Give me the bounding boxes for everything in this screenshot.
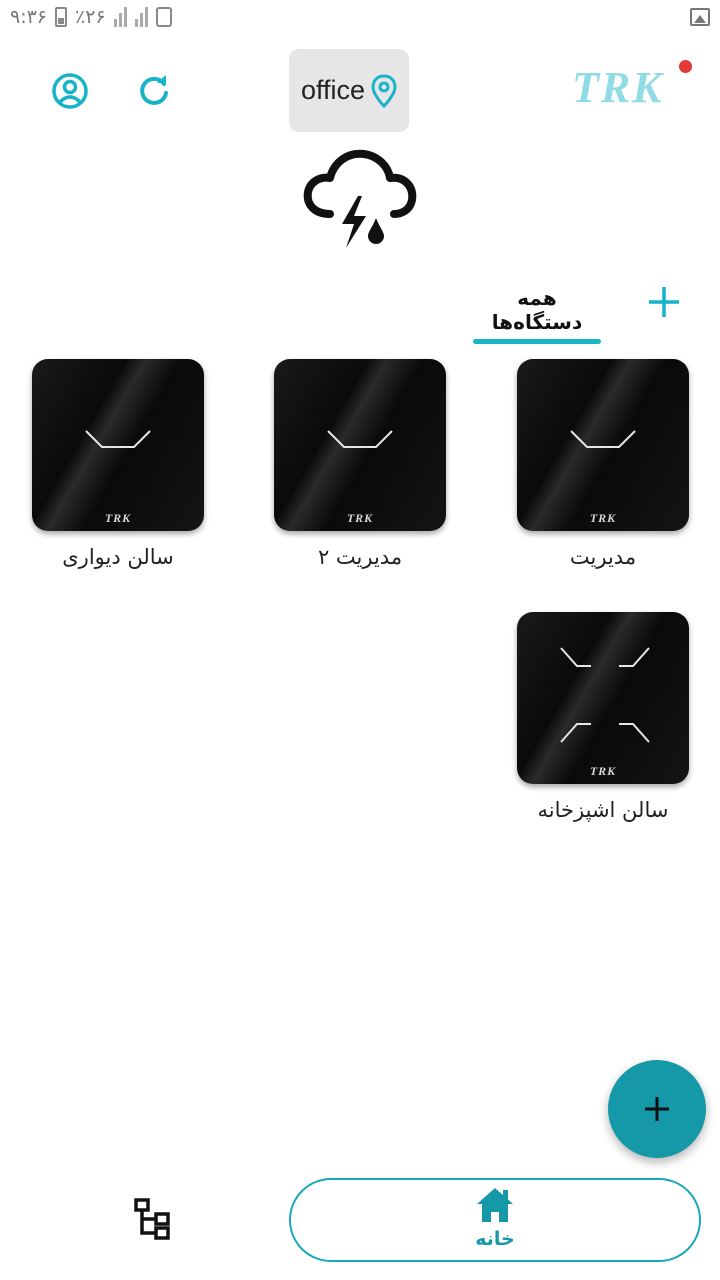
tab-all-devices-label: همه دستگاه‌ها <box>491 286 583 334</box>
device-name: مدیریت ۲ <box>317 545 403 569</box>
sim-icon <box>155 7 172 27</box>
scenes-tree-icon[interactable] <box>128 1198 178 1242</box>
add-group-button[interactable] <box>644 282 684 322</box>
battery-percent: ٪۲۶ <box>75 6 106 28</box>
single-key-icon <box>85 430 151 448</box>
device-card[interactable]: TRK سالن دیواری <box>32 359 204 569</box>
device-brand: TRK <box>589 764 617 778</box>
tab-indicator <box>473 339 601 344</box>
device-brand: TRK <box>589 511 617 525</box>
app-logo: TRK <box>572 60 697 112</box>
signal-icon <box>113 7 127 27</box>
device-name: مدیریت <box>569 545 637 569</box>
device-name: سالن دیواری <box>62 545 174 569</box>
bottom-navigation: خانه <box>0 1170 720 1280</box>
home-icon <box>477 1188 513 1222</box>
single-key-icon <box>327 430 393 448</box>
device-brand: TRK <box>346 511 374 525</box>
location-pin-icon <box>371 73 397 108</box>
device-card[interactable]: TRK مدیریت ۲ <box>274 359 446 569</box>
status-bar: ۹:۳۶ ٪۲۶ <box>0 0 720 40</box>
thunderstorm-rain-icon <box>300 146 420 256</box>
add-device-fab[interactable] <box>608 1060 706 1158</box>
single-key-icon <box>570 430 636 448</box>
device-brand: TRK <box>104 511 132 525</box>
gallery-icon <box>690 8 710 26</box>
device-name: سالن اشپزخانه <box>537 798 669 822</box>
device-card[interactable]: TRK مدیریت <box>517 359 689 569</box>
status-time: ۹:۳۶ <box>10 6 48 28</box>
nav-home-label: خانه <box>475 1228 515 1250</box>
signal-icon-2 <box>134 7 148 27</box>
device-switch-tile[interactable]: TRK <box>274 359 446 531</box>
notification-dot <box>679 60 692 73</box>
battery-icon <box>55 7 68 27</box>
four-key-icon <box>560 647 650 743</box>
tab-all-devices[interactable]: همه دستگاه‌ها <box>473 282 601 344</box>
location-selector[interactable]: office <box>289 49 409 132</box>
device-switch-tile[interactable]: TRK <box>517 612 689 784</box>
plus-icon <box>645 1097 669 1121</box>
nav-home-button[interactable]: خانه <box>289 1178 701 1262</box>
device-card[interactable]: TRK سالن اشپزخانه <box>517 612 689 822</box>
refresh-icon[interactable] <box>132 69 176 113</box>
location-name: office <box>300 75 366 105</box>
logo-text: TRK <box>572 63 664 112</box>
device-switch-tile[interactable]: TRK <box>517 359 689 531</box>
profile-icon[interactable] <box>48 69 92 113</box>
plus-icon <box>649 287 679 317</box>
device-switch-tile[interactable]: TRK <box>32 359 204 531</box>
status-left: ۹:۳۶ ٪۲۶ <box>10 6 172 28</box>
